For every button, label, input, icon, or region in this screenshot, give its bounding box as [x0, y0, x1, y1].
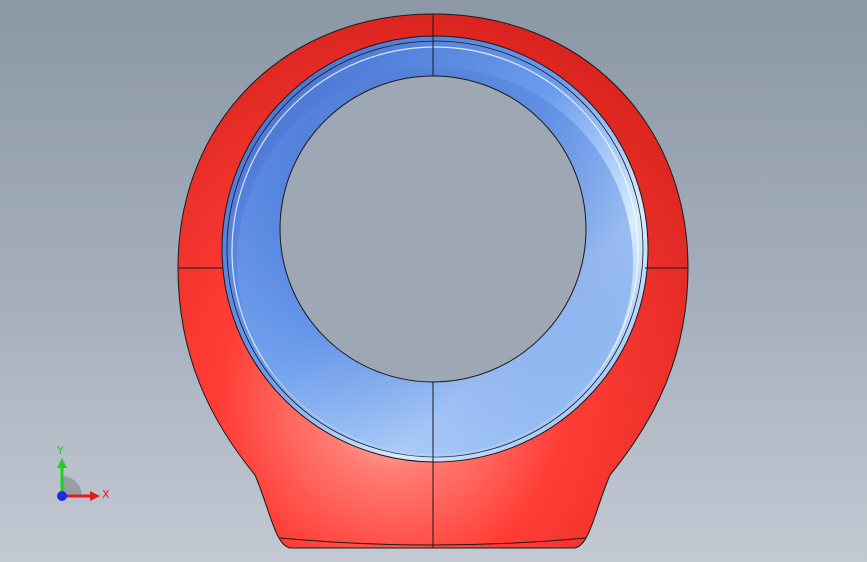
y-axis-arrowhead	[57, 458, 67, 468]
ring-model[interactable]	[0, 0, 867, 562]
z-axis-dot	[57, 491, 67, 501]
x-axis-label: X	[102, 488, 110, 501]
graphics-viewport[interactable]: Y X	[0, 0, 867, 562]
x-axis-arrowhead	[90, 491, 100, 501]
coordinate-triad[interactable]: Y X	[40, 436, 120, 516]
y-axis-label: Y	[56, 444, 64, 457]
ring-through-hole-bg	[281, 77, 585, 381]
